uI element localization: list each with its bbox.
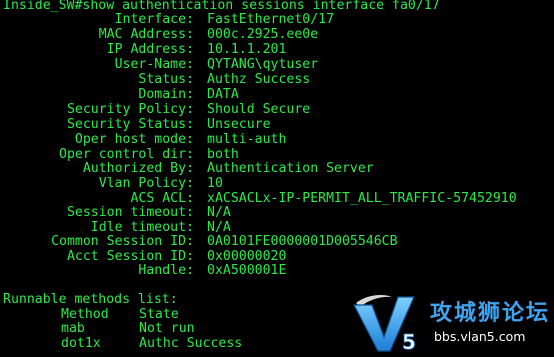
method-row-state: Not run	[139, 321, 195, 336]
field-label-interface: Interface:	[114, 12, 194, 27]
field-value-acs-acl: xACSACLx-IP-PERMIT_ALL_TRAFFIC-57452910	[207, 191, 517, 206]
methods-list-title: Runnable methods list:	[3, 292, 178, 307]
field-value-handle: 0xA500001E	[207, 263, 287, 278]
field-label-security-policy: Security Policy:	[66, 102, 194, 117]
field-label-user-name: User-Name:	[114, 57, 194, 72]
field-value-oper-host-mode: multi-auth	[207, 132, 287, 147]
field-value-authorized-by: Authentication Server	[207, 161, 374, 176]
field-value-user-name: QYTANG\qytuser	[207, 57, 319, 72]
field-value-interface: FastEthernet0/17	[207, 12, 335, 27]
field-value-domain: DATA	[207, 87, 239, 102]
method-row-state: Authc Success	[139, 336, 243, 351]
v5-logo-icon: 5	[353, 295, 416, 353]
field-label-domain: Domain:	[138, 87, 194, 102]
watermark-url: bbs.vlan5.com	[434, 329, 526, 344]
field-value-vlan-policy: 10	[207, 176, 223, 191]
field-label-oper-host-mode: Oper host mode:	[74, 132, 194, 147]
method-row-method: mab	[61, 321, 85, 336]
watermark-title: 攻城狮论坛	[430, 301, 551, 326]
method-row-method: dot1x	[61, 336, 101, 351]
field-label-session-timeout: Session timeout:	[66, 205, 194, 220]
field-label-security-status: Security Status:	[66, 117, 194, 132]
field-label-mac-address: MAC Address:	[98, 27, 194, 42]
field-label-authorized-by: Authorized By:	[82, 161, 194, 176]
field-label-common-session-id: Common Session ID:	[51, 234, 194, 249]
field-value-mac-address: 000c.2925.ee0e	[207, 27, 319, 42]
field-value-security-policy: Should Secure	[207, 102, 311, 117]
field-label-handle: Handle:	[138, 263, 194, 278]
field-value-status: Authz Success	[207, 72, 311, 87]
svg-text:5: 5	[402, 330, 416, 353]
field-label-status: Status:	[138, 72, 194, 87]
field-value-common-session-id: 0A0101FE0000001D005546CB	[207, 234, 398, 249]
watermark: 5 攻城狮论坛 bbs.vlan5.com	[352, 287, 554, 357]
field-label-ip-address: IP Address:	[106, 42, 194, 57]
field-label-vlan-policy: Vlan Policy:	[98, 176, 194, 191]
field-value-ip-address: 10.1.1.201	[207, 42, 287, 57]
field-value-security-status: Unsecure	[207, 117, 271, 132]
field-value-session-timeout: N/A	[207, 205, 231, 220]
